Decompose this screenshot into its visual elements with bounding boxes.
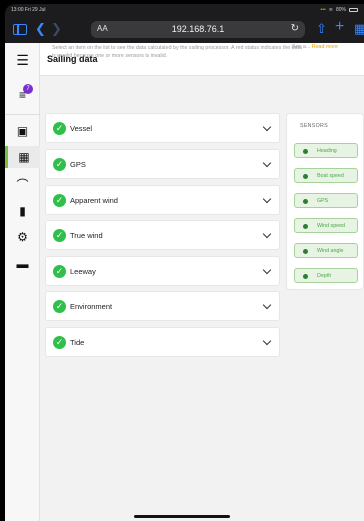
chevron-down-icon (262, 122, 272, 132)
sensor-label: Boat speed (317, 173, 344, 179)
check-icon: ✓ (53, 265, 66, 278)
sensors-panel: SENSORS Heading Boat speed GPS Wind spee… (286, 113, 364, 290)
list-item-label: Vessel (70, 124, 93, 133)
list-item-apparent-wind[interactable]: ✓ Apparent wind (45, 185, 280, 215)
list-item-label: Tide (70, 338, 85, 347)
chevron-down-icon (262, 158, 272, 168)
list-item-tide[interactable]: ✓ Tide (45, 327, 280, 357)
status-dot-icon (303, 174, 308, 179)
status-bar: 13:00 Fri 29 Jul ••• ≋ 80% (5, 4, 364, 16)
files-icon[interactable]: ▮ (5, 200, 40, 222)
list-item-leeway[interactable]: ✓ Leeway (45, 256, 280, 286)
status-dot-icon (303, 274, 308, 279)
sidebar-toggle-icon[interactable] (13, 24, 27, 35)
alerts-list-icon[interactable]: ≡ 7 (5, 84, 40, 106)
list-item-label: Environment (70, 302, 113, 311)
sensor-heading[interactable]: Heading (294, 143, 358, 158)
settings-gear-icon[interactable]: ⚙ (5, 226, 40, 248)
list-item-label: Leeway (70, 267, 96, 276)
address-bar[interactable]: AA 192.168.76.1 ↻ (91, 21, 305, 38)
list-item-label: True wind (70, 231, 103, 240)
check-icon: ✓ (53, 229, 66, 242)
dots-icon: ••• (320, 7, 326, 13)
list-item-environment[interactable]: ✓ Environment (45, 291, 280, 321)
dashboard-icon[interactable]: ▣ (5, 120, 40, 142)
sensor-wind-speed[interactable]: Wind speed (294, 218, 358, 233)
status-date: Fri 29 Jul (24, 7, 46, 13)
sailing-data-icon[interactable]: ▦ (5, 146, 40, 168)
url-text: 192.168.76.1 (171, 24, 225, 34)
list-item-gps[interactable]: ✓ GPS (45, 149, 280, 179)
status-dot-icon (303, 249, 308, 254)
reload-icon[interactable]: ↻ (291, 23, 299, 34)
status-dot-icon (303, 224, 308, 229)
battery-percent: 80% (335, 7, 346, 13)
status-dot-icon (303, 149, 308, 154)
intro-text: Select an item on the list to see the da… (52, 45, 302, 59)
back-icon[interactable]: ❮ (35, 21, 46, 37)
read-more-link[interactable]: Read more (312, 44, 338, 50)
charts-icon[interactable]: ⌒ (5, 173, 40, 195)
wifi-icon: ≋ (328, 7, 333, 13)
list-item-label: Apparent wind (70, 196, 118, 205)
sensor-wind-angle[interactable]: Wind angle (294, 243, 358, 258)
devices-icon[interactable]: ▬ (5, 253, 40, 275)
check-icon: ✓ (53, 336, 66, 349)
alerts-badge: 7 (23, 84, 33, 94)
sensor-label: Heading (317, 148, 337, 154)
sensor-label: Depth (317, 273, 332, 279)
sensors-title: SENSORS (300, 123, 329, 129)
chevron-down-icon (262, 194, 272, 204)
status-dot-icon (303, 199, 308, 204)
rail-divider (5, 114, 40, 115)
list-item-true-wind[interactable]: ✓ True wind (45, 220, 280, 250)
sensor-label: GPS (317, 198, 329, 204)
chevron-down-icon (262, 300, 272, 310)
sensor-label: Wind speed (317, 223, 345, 229)
check-icon: ✓ (53, 122, 66, 135)
browser-toolbar: ❮ ❯ AA 192.168.76.1 ↻ ⇧ + ▦ (5, 16, 364, 42)
home-indicator[interactable] (134, 515, 230, 518)
chevron-down-icon (262, 336, 272, 346)
check-icon: ✓ (53, 194, 66, 207)
see-prefix: See a... (292, 44, 311, 50)
see-more: See a... Read more (292, 44, 338, 50)
sensor-depth[interactable]: Depth (294, 268, 358, 283)
status-time: 13:00 (11, 7, 24, 13)
check-icon: ✓ (53, 300, 66, 313)
nav-rail: ☰ ≡ 7 ▣ ▦ ⌒ ▮ ⚙ ▬ (5, 43, 40, 521)
chevron-down-icon (262, 229, 272, 239)
forward-icon[interactable]: ❯ (51, 21, 62, 37)
sensor-gps[interactable]: GPS (294, 193, 358, 208)
new-tab-icon[interactable]: + (335, 19, 344, 35)
menu-icon[interactable]: ☰ (5, 49, 40, 71)
sensor-label: Wind angle (317, 248, 344, 254)
list-item-label: GPS (70, 160, 86, 169)
list-item-vessel[interactable]: ✓ Vessel (45, 113, 280, 143)
check-icon: ✓ (53, 158, 66, 171)
share-icon[interactable]: ⇧ (316, 21, 327, 37)
tabs-overview-icon[interactable]: ▦ (354, 21, 364, 37)
sensor-boat-speed[interactable]: Boat speed (294, 168, 358, 183)
battery-icon (349, 8, 358, 12)
chevron-down-icon (262, 265, 272, 275)
